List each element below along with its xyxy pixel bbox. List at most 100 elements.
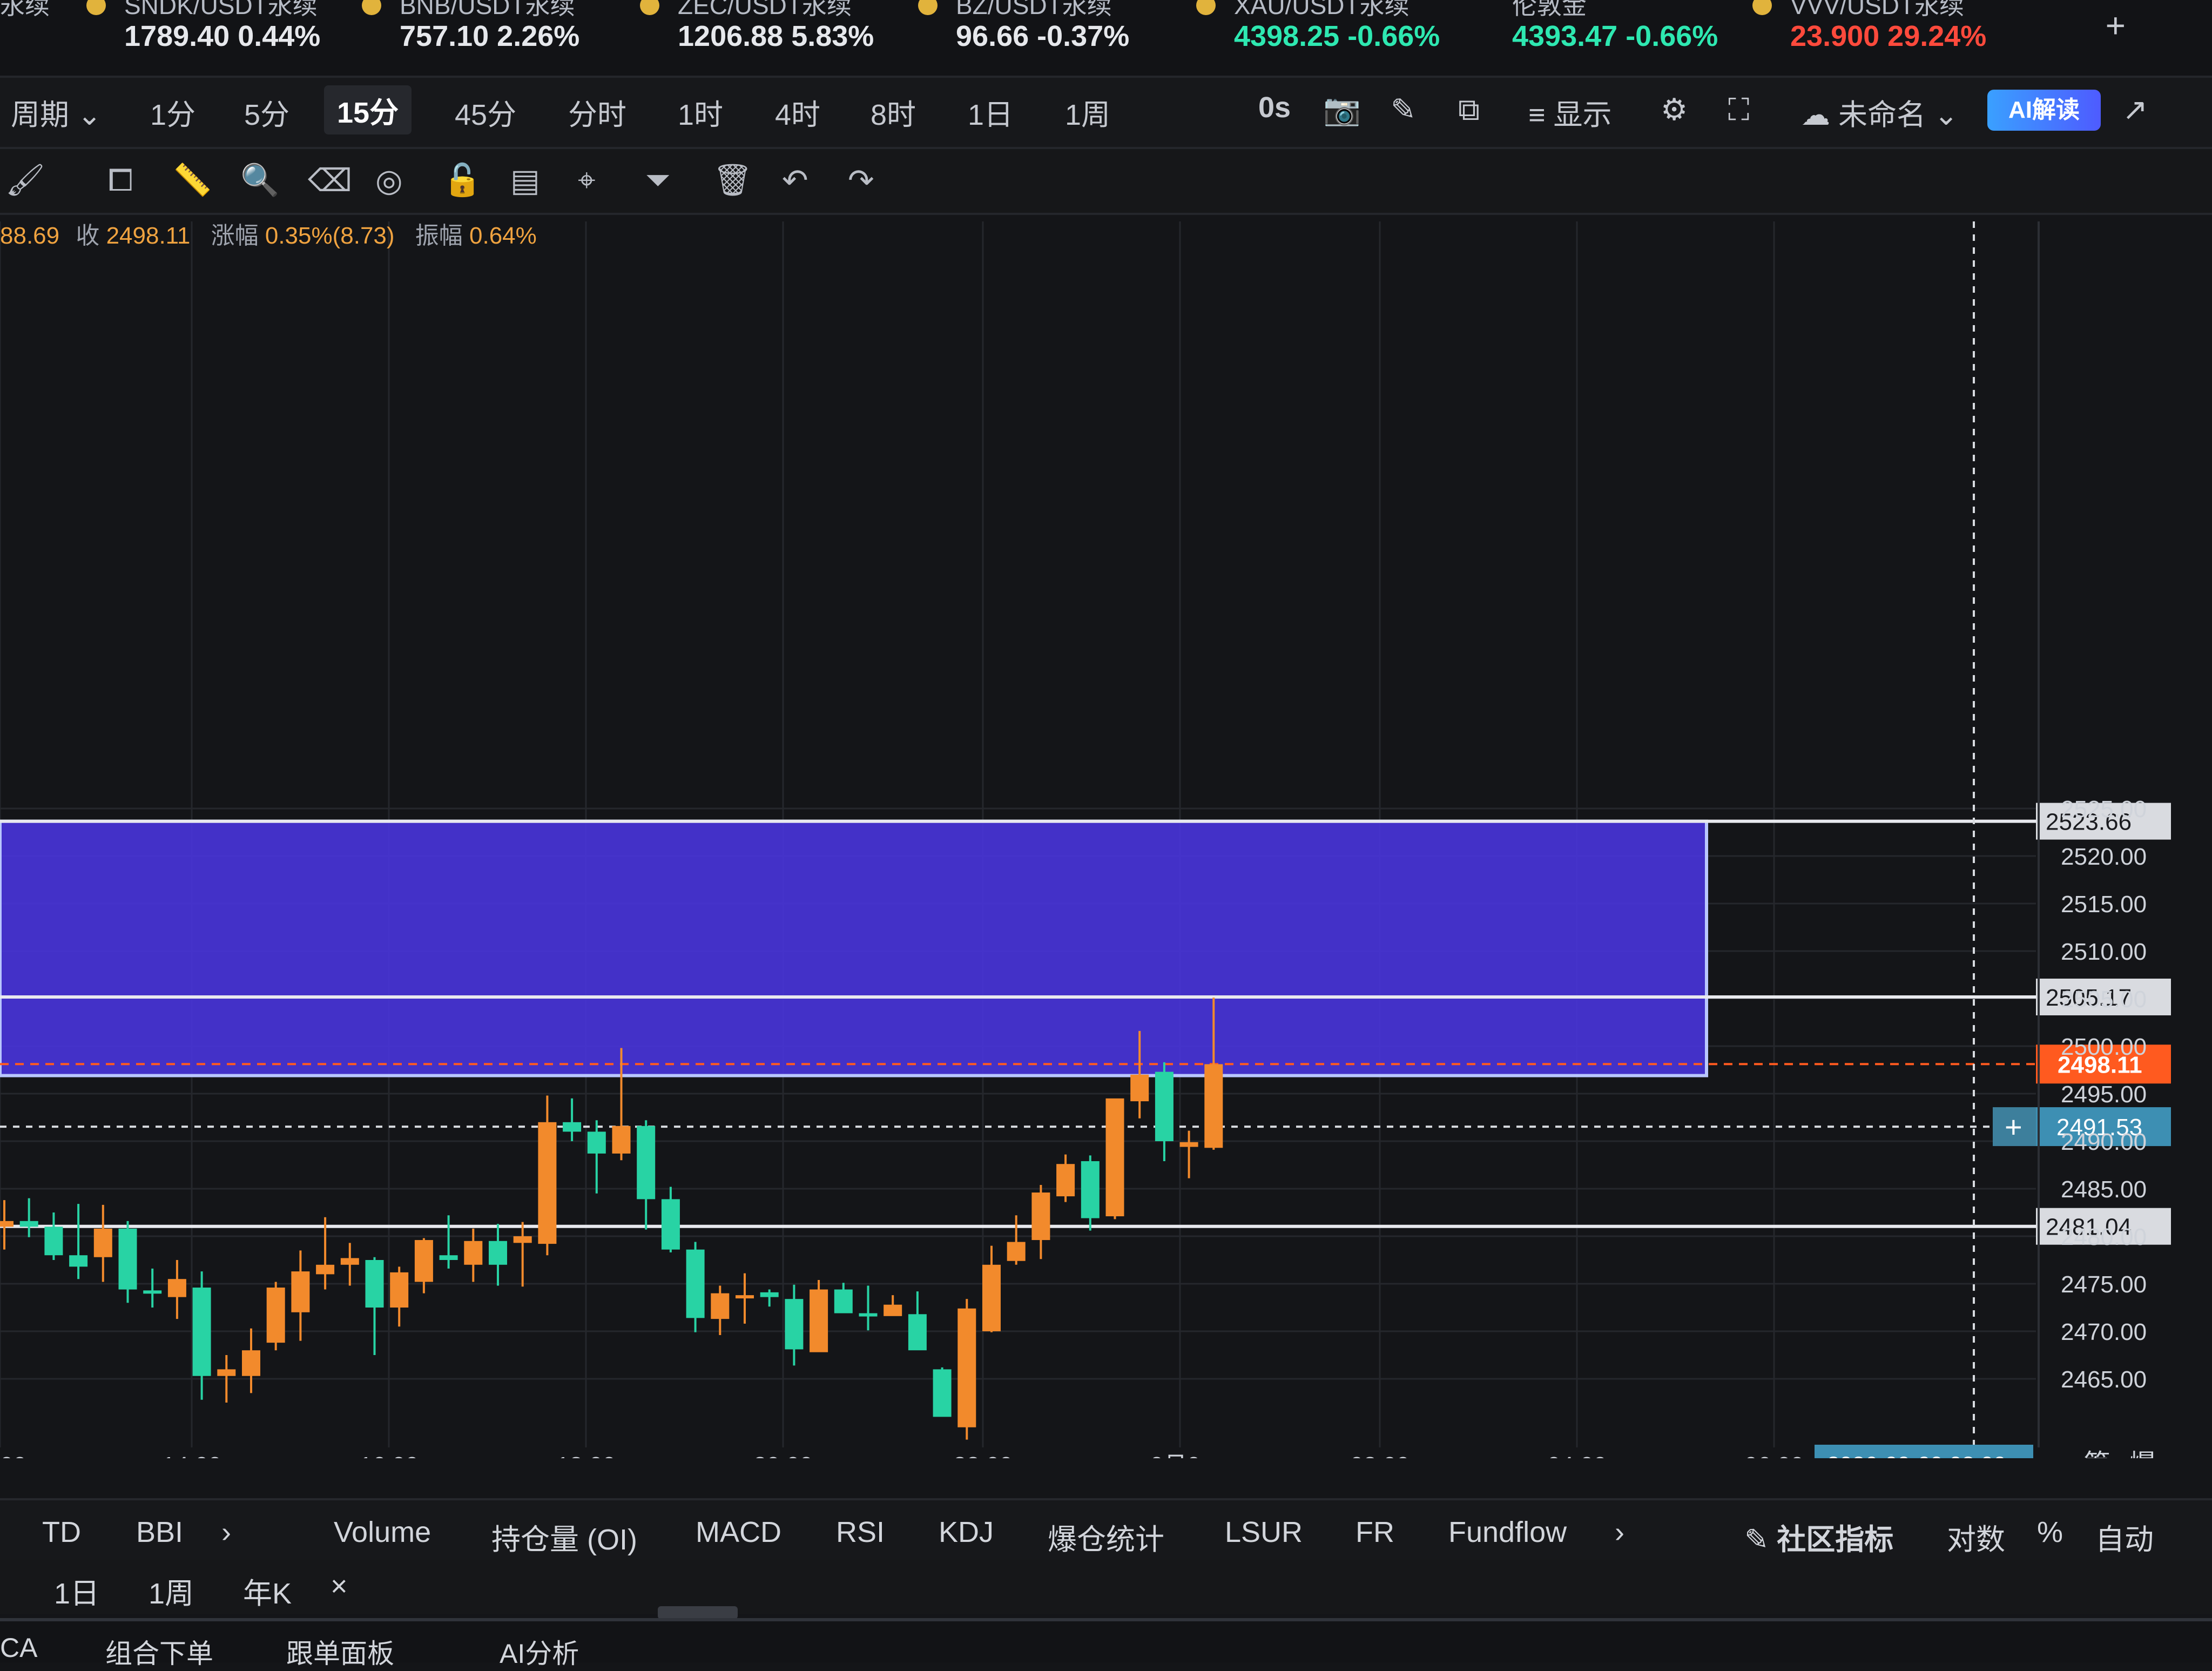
- price-tick-label: 2510.00: [2061, 939, 2147, 965]
- candle-body: [143, 1290, 162, 1294]
- interval-8h[interactable]: 8时: [871, 91, 916, 133]
- price-tick-label: 2485.00: [2061, 1176, 2147, 1203]
- interval-15m[interactable]: 15分: [324, 85, 412, 134]
- timeframe-yearly[interactable]: 年K: [243, 1569, 292, 1612]
- candle-body: [711, 1293, 730, 1319]
- ruler-icon[interactable]: 📏: [173, 162, 212, 199]
- indicator-kdj[interactable]: KDJ: [939, 1515, 994, 1549]
- time-axis: 00 14:00 16:00 18:00 20:00 22:00 9月9 02:00 04:00…: [0, 1445, 2156, 1458]
- candlestick-chart[interactable]: 2523.662505.172481.042498.11+ 2491.53 252…: [0, 216, 2212, 1458]
- price-tick-label: 2470.00: [2061, 1319, 2147, 1345]
- redo-icon[interactable]: ↷: [848, 162, 874, 199]
- candle-body: [908, 1314, 927, 1351]
- indicator-liquidation[interactable]: 爆仓统计: [1048, 1515, 1164, 1558]
- period-dropdown[interactable]: 周期 ⌄: [11, 91, 102, 133]
- brush-icon[interactable]: 🖌: [5, 162, 45, 199]
- candle-body: [957, 1308, 976, 1427]
- interval-5m[interactable]: 5分: [244, 91, 289, 133]
- chevron-right-icon[interactable]: ›: [1615, 1515, 1624, 1549]
- camera-icon[interactable]: 📷: [1323, 92, 1361, 127]
- candle-body: [316, 1264, 335, 1275]
- interval-1w[interactable]: 1周: [1065, 91, 1110, 133]
- fullscreen-icon[interactable]: ⛶: [1728, 92, 1749, 128]
- template-icon[interactable]: ▤: [510, 162, 540, 199]
- tab-copy-trading[interactable]: 跟单面板: [286, 1632, 394, 1671]
- supply-zone-rectangle: [0, 819, 1708, 1077]
- display-menu[interactable]: ≡ 显示: [1528, 91, 1612, 133]
- community-indicators-button[interactable]: ✎ 社区指标: [1744, 1515, 1893, 1558]
- candle-body: [1155, 1072, 1174, 1141]
- share-icon[interactable]: ↗: [2122, 92, 2148, 127]
- indicator-td[interactable]: TD: [42, 1515, 81, 1549]
- log-scale-toggle[interactable]: 对数: [1947, 1515, 2005, 1558]
- indicator-oi[interactable]: 持仓量 (OI): [491, 1515, 637, 1558]
- candle-body: [69, 1255, 88, 1267]
- chevron-right-icon[interactable]: ›: [221, 1515, 231, 1549]
- auto-scale-toggle[interactable]: 自动: [2095, 1515, 2154, 1558]
- time-tick-label: 16:00: [359, 1452, 419, 1458]
- percent-scale-toggle[interactable]: %: [2037, 1515, 2063, 1549]
- interval-1h[interactable]: 1时: [678, 91, 723, 133]
- candle-body: [291, 1271, 310, 1312]
- candle-body: [785, 1299, 804, 1350]
- indicator-fundflow[interactable]: Fundflow: [1448, 1515, 1567, 1549]
- price-tick-label: 2490.00: [2061, 1129, 2147, 1155]
- interval-time-share[interactable]: 分时: [568, 91, 626, 133]
- candle-body: [365, 1260, 384, 1308]
- candle-body: [414, 1240, 433, 1282]
- hide-drawings-icon[interactable]: ◎: [375, 162, 403, 199]
- candle-body: [686, 1249, 705, 1318]
- price-tick-label: 2505.00: [2061, 986, 2147, 1013]
- eraser-icon[interactable]: ⌫: [308, 162, 352, 199]
- settings-icon[interactable]: ⚙: [1661, 92, 1688, 127]
- time-tick-label: 14:00: [162, 1452, 221, 1458]
- indicator-fr[interactable]: FR: [1355, 1515, 1394, 1549]
- panel-resize-handle[interactable]: [658, 1606, 738, 1619]
- indicator-rsi[interactable]: RSI: [836, 1515, 885, 1549]
- candle-body: [1056, 1164, 1075, 1197]
- trash-icon[interactable]: 🗑: [713, 162, 753, 199]
- candle-body: [439, 1255, 458, 1260]
- time-tick-label: 06:00: [1744, 1452, 1804, 1458]
- add-ticker-button[interactable]: +: [2106, 5, 2126, 45]
- candle-body: [563, 1122, 582, 1132]
- candle-body: [242, 1350, 260, 1376]
- coin-icon: [1752, 0, 1772, 15]
- candle-body: [834, 1289, 853, 1313]
- coin-icon: [1196, 0, 1216, 15]
- candle-body: [612, 1126, 631, 1154]
- coin-icon: [362, 0, 381, 15]
- price-tick-label: 2475.00: [2061, 1271, 2147, 1298]
- layout-name-dropdown[interactable]: ☁ 未命名 ⌄: [1801, 91, 1958, 133]
- indicator-lsur[interactable]: LSUR: [1225, 1515, 1303, 1549]
- tab-combo-order[interactable]: 组合下单: [105, 1632, 213, 1671]
- candle-body: [637, 1126, 656, 1200]
- zoom-icon[interactable]: 🔍: [240, 162, 279, 199]
- lock-icon[interactable]: 🔓: [443, 162, 482, 199]
- interval-4h[interactable]: 4时: [775, 91, 820, 133]
- candle-body: [1179, 1142, 1198, 1147]
- tab-ca[interactable]: CA: [0, 1632, 37, 1663]
- magnet-icon[interactable]: ⌖: [578, 162, 596, 199]
- add-window-icon[interactable]: ⧉: [1458, 92, 1480, 128]
- close-icon[interactable]: ×: [331, 1569, 348, 1603]
- time-tick-label: 18:00: [556, 1452, 616, 1458]
- ai-interpret-button[interactable]: AI解读: [1987, 90, 2101, 131]
- interval-1d[interactable]: 1日: [968, 91, 1013, 133]
- interval-1m[interactable]: 1分: [150, 91, 195, 133]
- time-tick-label: 22:00: [953, 1452, 1013, 1458]
- pencil-icon[interactable]: ✎: [1391, 92, 1416, 127]
- candle-body: [736, 1295, 754, 1299]
- coin-icon: [86, 0, 106, 15]
- indicator-volume[interactable]: Volume: [334, 1515, 431, 1549]
- copy-icon[interactable]: ⧠: [108, 162, 133, 199]
- timeframe-1d[interactable]: 1日: [54, 1569, 99, 1612]
- filter-icon[interactable]: ⏷: [645, 162, 670, 199]
- interval-45m[interactable]: 45分: [455, 91, 516, 133]
- candle-body: [810, 1289, 828, 1352]
- tab-ai-analysis[interactable]: AI分析: [500, 1632, 579, 1671]
- timeframe-1w[interactable]: 1周: [149, 1569, 194, 1612]
- indicator-macd[interactable]: MACD: [696, 1515, 781, 1549]
- undo-icon[interactable]: ↶: [782, 162, 808, 199]
- indicator-bbi[interactable]: BBI: [136, 1515, 183, 1549]
